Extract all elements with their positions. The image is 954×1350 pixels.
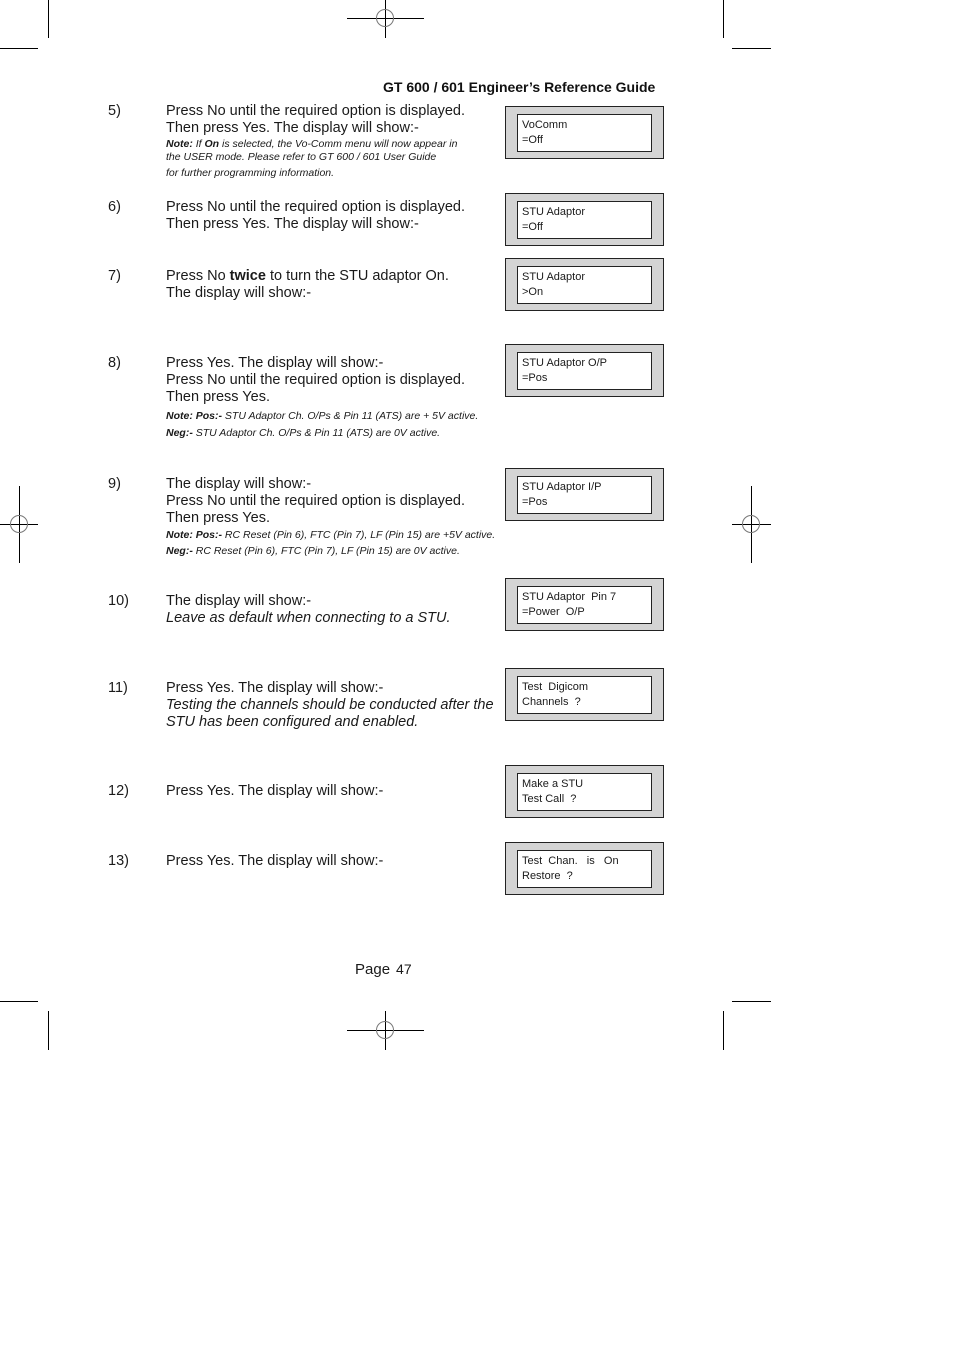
step-line: Press Yes. The display will show:- [166, 783, 384, 799]
lcd-line-1: Test Digicom [522, 681, 589, 693]
lcd-line-2: >On [522, 286, 544, 298]
step-line: The display will show:- [166, 593, 312, 609]
lcd-line-2: Restore ? [522, 870, 573, 882]
step-line: Press Yes. The display will show:- [166, 355, 384, 371]
step-note-line: the USER mode. Please refer to GT 600 / … [166, 151, 437, 163]
crop-mark-bottom-left-vertical [48, 1011, 49, 1050]
step-number: 5) [108, 103, 121, 119]
lcd-screen: VoComm =Off [517, 114, 652, 152]
lcd-display: Test Digicom Channels ? [505, 668, 664, 721]
crop-mark-top-right-vertical [723, 0, 724, 38]
lcd-line-2: Test Call ? [522, 793, 577, 805]
step-line: The display will show:- [166, 285, 312, 301]
step-line: Then press Yes. [166, 389, 270, 405]
step-line: Press No until the required option is di… [166, 199, 466, 215]
lcd-line-2: =Pos [522, 496, 548, 508]
lcd-line-2: =Off [522, 221, 543, 233]
lcd-line-2: =Pos [522, 372, 548, 384]
lcd-line-2: Channels ? [522, 696, 581, 708]
registration-mark-top-circle [376, 9, 394, 27]
step-number: 6) [108, 199, 121, 215]
step-body: Press Yes. The display will show:- Press… [166, 355, 478, 441]
step-italic-line: Leave as default when connecting to a ST… [166, 610, 451, 626]
note-neg: Neg:- STU Adaptor Ch. O/Ps & Pin 11 (ATS… [166, 427, 441, 439]
lcd-line-1: STU Adaptor Pin 7 [522, 591, 617, 603]
lcd-screen: STU Adaptor =Off [517, 201, 652, 239]
registration-mark-left-circle [10, 515, 28, 533]
step-line: Press No until the required option is di… [166, 372, 466, 388]
note-label: Note: [166, 138, 193, 150]
step-line: Then press Yes. The display will show:- [166, 216, 419, 232]
lcd-display: Make a STU Test Call ? [505, 765, 664, 818]
step-line: The display will show:- [166, 476, 312, 492]
lcd-display: VoComm =Off [505, 106, 664, 159]
step-number: 12) [108, 783, 129, 799]
emphasis-twice: twice [229, 268, 266, 284]
step-note-line: for further programming information. [166, 167, 335, 179]
registration-mark-right-circle [742, 515, 760, 533]
crop-mark-top-right-horizontal [732, 48, 771, 49]
lcd-screen: Test Digicom Channels ? [517, 676, 652, 714]
lcd-display: STU Adaptor O/P =Pos [505, 344, 664, 397]
step-body: Press No until the required option is di… [166, 199, 465, 233]
step-line: Press Yes. The display will show:- [166, 853, 384, 869]
step-body: Press No until the required option is di… [166, 103, 465, 183]
step-number: 10) [108, 593, 129, 609]
lcd-screen: Test Chan. is On Restore ? [517, 850, 652, 888]
step-line: Then press Yes. [166, 510, 270, 526]
page-number-value: 47 [396, 961, 412, 977]
lcd-line-1: Test Chan. is On [522, 855, 619, 867]
step-line: Press Yes. The display will show:- [166, 680, 384, 696]
step-body: The display will show:- Leave as default… [166, 593, 451, 627]
registration-mark-bottom-circle [376, 1021, 394, 1039]
step-number: 9) [108, 476, 121, 492]
lcd-line-2: =Off [522, 134, 543, 146]
crop-mark-bottom-left-horizontal [0, 1001, 38, 1002]
lcd-line-1: STU Adaptor O/P [522, 357, 607, 369]
step-line: Press No until the required option is di… [166, 103, 466, 119]
lcd-screen: STU Adaptor O/P =Pos [517, 352, 652, 390]
page-number: Page 47 [355, 961, 412, 978]
crop-mark-top-left-vertical [48, 0, 49, 38]
step-italic-line: Testing the channels should be conducted… [166, 697, 494, 713]
crop-mark-top-left-horizontal [0, 48, 38, 49]
lcd-line-1: STU Adaptor [522, 206, 585, 218]
lcd-screen: STU Adaptor >On [517, 266, 652, 304]
step-number: 11) [108, 680, 128, 696]
lcd-display: STU Adaptor =Off [505, 193, 664, 246]
step-body: Press Yes. The display will show:- [166, 783, 383, 800]
step-number: 8) [108, 355, 121, 371]
lcd-display: STU Adaptor Pin 7 =Power O/P [505, 578, 664, 631]
step-note: Note: If On is selected, the Vo-Comm men… [166, 138, 458, 150]
lcd-line-1: VoComm [522, 119, 568, 131]
page-header-title: GT 600 / 601 Engineer’s Reference Guide [383, 79, 656, 95]
lcd-line-2: =Power O/P [522, 606, 585, 618]
lcd-display: STU Adaptor I/P =Pos [505, 468, 664, 521]
step-line: Press No until the required option is di… [166, 493, 466, 509]
note-pos: Note: Pos:- RC Reset (Pin 6), FTC (Pin 7… [166, 529, 496, 541]
lcd-display: Test Chan. is On Restore ? [505, 842, 664, 895]
step-italic-line: STU has been configured and enabled. [166, 714, 419, 730]
step-body: Press Yes. The display will show:- Testi… [166, 680, 494, 731]
lcd-screen: STU Adaptor I/P =Pos [517, 476, 652, 514]
step-line: Press No twice to turn the STU adaptor O… [166, 268, 449, 284]
crop-mark-bottom-right-vertical [723, 1011, 724, 1050]
lcd-line-1: STU Adaptor I/P [522, 481, 602, 493]
page-label: Page [355, 961, 391, 978]
step-line: Then press Yes. The display will show:- [166, 120, 419, 136]
lcd-line-1: STU Adaptor [522, 271, 585, 283]
lcd-screen: Make a STU Test Call ? [517, 773, 652, 811]
crop-mark-bottom-right-horizontal [732, 1001, 771, 1002]
note-pos: Note: Pos:- STU Adaptor Ch. O/Ps & Pin 1… [166, 410, 479, 422]
step-number: 7) [108, 268, 121, 284]
lcd-display: STU Adaptor >On [505, 258, 664, 311]
lcd-screen: STU Adaptor Pin 7 =Power O/P [517, 586, 652, 624]
step-body: Press Yes. The display will show:- [166, 853, 383, 870]
lcd-line-1: Make a STU [522, 778, 584, 790]
step-body: The display will show:- Press No until t… [166, 476, 495, 559]
step-body: Press No twice to turn the STU adaptor O… [166, 268, 449, 302]
step-number: 13) [108, 853, 129, 869]
note-neg: Neg:- RC Reset (Pin 6), FTC (Pin 7), LF … [166, 545, 460, 557]
note-bold: On [204, 138, 220, 150]
